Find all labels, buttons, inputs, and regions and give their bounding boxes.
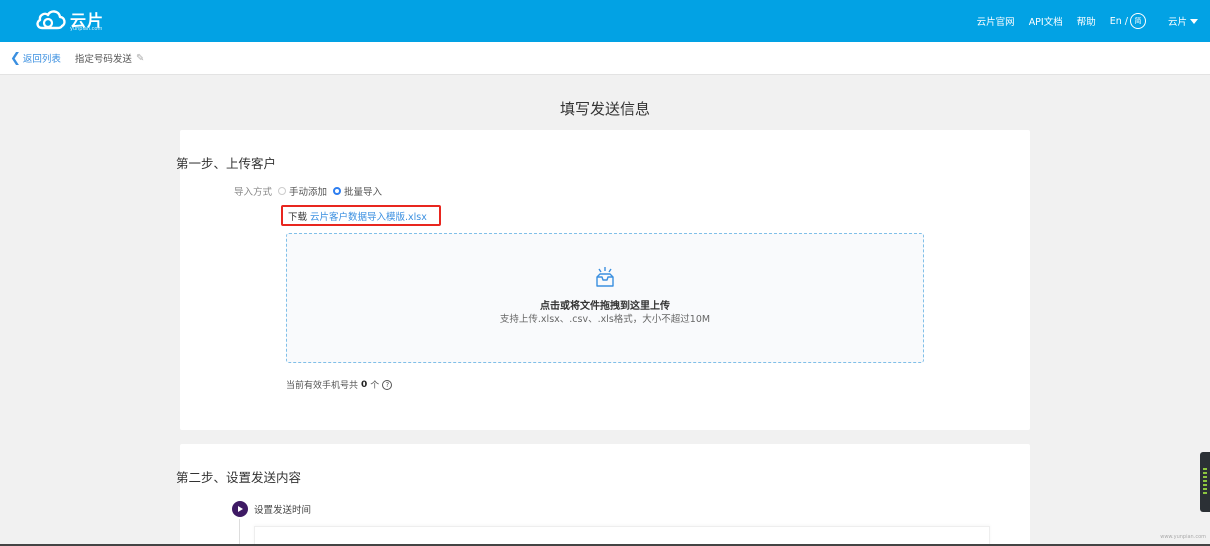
timeline-line [239,519,240,546]
download-template-link[interactable]: 云片客户数据导入模版.xlsx [310,209,427,223]
radio-manual-add[interactable]: 手动添加 [278,184,327,198]
top-nav: 云片官网 API文档 帮助 En / 简 云片 [963,0,1198,42]
count-value: 0 [361,379,368,390]
chevron-left-icon: ❮ [10,50,21,66]
nav-official-site[interactable]: 云片官网 [977,14,1015,28]
top-bar: 云片 yunpian.com 云片官网 API文档 帮助 En / 简 云片 [0,0,1210,42]
count-prefix: 当前有效手机号共 [286,381,359,391]
pencil-icon[interactable]: ✎ [136,53,144,64]
radio-batch-label: 批量导入 [344,187,383,198]
side-feedback-widget[interactable] [1200,452,1210,512]
send-time-label: 设置发送时间 [254,505,312,516]
user-name: 云片 [1167,17,1187,28]
breadcrumb-current: 指定号码发送 [74,54,132,65]
nav-help[interactable]: 帮助 [1077,14,1096,28]
import-method-row: 导入方式 手动添加 批量导入 [234,184,388,198]
language-switch[interactable]: En / 简 [1110,13,1146,29]
step2-card: 第二步、设置发送内容 设置发送时间 [176,444,1030,546]
help-circle-icon[interactable]: ? [382,379,393,390]
back-to-list-link[interactable]: ❮ 返回列表 [10,50,61,66]
lang-prefix: En / [1109,15,1128,27]
radio-batch-dot [333,187,342,195]
watermark: www.yunpian.com [1160,534,1206,540]
step1-title: 第一步、上传客户 [176,156,277,171]
send-time-panel [254,526,990,546]
step1-card: 第一步、上传客户 导入方式 手动添加 批量导入 下载 云片客户数据导入模版.xl… [176,130,1030,430]
upload-inbox-icon [596,267,614,287]
radio-manual-dot [278,187,287,195]
play-icon [232,501,248,517]
dropzone-hint: 支持上传.xlsx、.csv、.xls格式，大小不超过10M [499,314,711,325]
caret-down-icon [1190,18,1198,24]
lang-circle: 简 [1129,13,1146,29]
logo[interactable]: 云片 yunpian.com [34,6,103,36]
logo-subtext: yunpian.com [70,26,103,32]
page-title: 填写发送信息 [559,100,650,118]
nav-api-docs[interactable]: API文档 [1029,14,1063,28]
radio-batch-import[interactable]: 批量导入 [333,184,382,198]
user-menu[interactable]: 云片 [1168,14,1198,28]
breadcrumb: ❮ 返回列表 指定号码发送 ✎ [0,42,1210,75]
step2-title: 第二步、设置发送内容 [176,470,302,485]
download-template-box: 下载 云片客户数据导入模版.xlsx [281,205,441,226]
valid-count-row: 当前有效手机号共 0 个 ? [286,378,393,391]
back-label: 返回列表 [22,54,61,65]
count-suffix: 个 [370,381,380,391]
radio-manual-label: 手动添加 [289,187,328,198]
import-method-label: 导入方式 [234,187,273,198]
send-time-row: 设置发送时间 [232,501,311,517]
download-label: 下载 [288,211,308,223]
cloud-logo-icon [36,10,66,30]
dropzone-title: 点击或将文件拖拽到这里上传 [540,301,670,312]
widget-bars-icon [1203,468,1207,496]
file-dropzone[interactable]: 点击或将文件拖拽到这里上传 支持上传.xlsx、.csv、.xls格式，大小不超… [286,233,924,363]
